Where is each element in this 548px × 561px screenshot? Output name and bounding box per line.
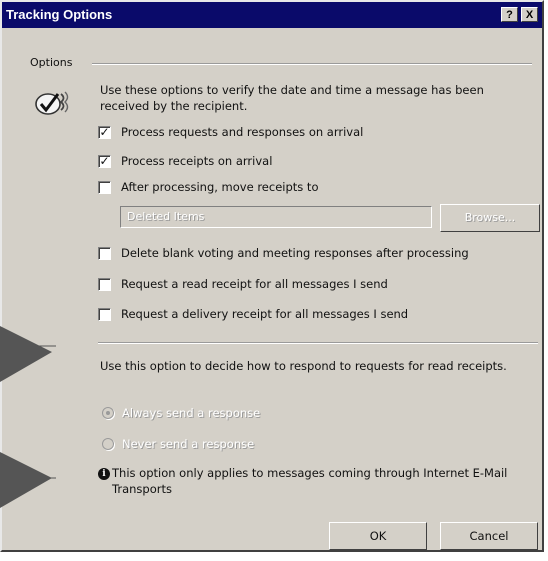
options-group-label: Options (30, 56, 73, 69)
read-receipt-request-checkbox[interactable] (98, 277, 111, 291)
help-button[interactable]: ? (501, 7, 518, 22)
tracking-check-icon (34, 86, 74, 123)
read-receipt-description: Use this option to decide how to respond… (100, 359, 507, 373)
dialog-title: Tracking Options (6, 7, 113, 22)
delete-blank-row[interactable]: Delete blank voting and meeting response… (98, 244, 469, 262)
pointer-arrow-lower (0, 452, 56, 522)
intro-description: Use these options to verify the date and… (100, 83, 484, 113)
receipts-folder-field[interactable]: Deleted Items (120, 206, 432, 228)
move-receipts-row[interactable]: After processing, move receipts to (98, 178, 318, 196)
delivery-receipt-request-checkbox[interactable] (98, 307, 111, 321)
delete-blank-label: Delete blank voting and meeting response… (121, 246, 469, 260)
process-receipts-row[interactable]: ✓ Process receipts on arrival (98, 152, 272, 170)
cancel-button[interactable]: Cancel (440, 522, 538, 550)
info-note: This option only applies to messages com… (112, 466, 508, 496)
info-icon: i (98, 468, 110, 480)
delivery-receipt-request-label: Request a delivery receipt for all messa… (121, 307, 409, 321)
always-send-radio[interactable] (102, 407, 114, 419)
browse-button[interactable]: Browse... (440, 204, 540, 232)
process-receipts-label: Process receipts on arrival (121, 154, 273, 168)
process-requests-label: Process requests and responses on arriva… (121, 125, 364, 139)
process-requests-row[interactable]: ✓ Process requests and responses on arri… (98, 123, 363, 141)
move-receipts-label: After processing, move receipts to (121, 180, 319, 194)
move-receipts-checkbox[interactable] (98, 180, 111, 194)
section-divider (98, 342, 538, 344)
process-receipts-checkbox[interactable]: ✓ (98, 154, 111, 168)
close-button[interactable]: X (521, 7, 538, 22)
never-send-radio[interactable] (102, 438, 114, 450)
delete-blank-checkbox[interactable] (98, 246, 111, 260)
read-receipt-request-label: Request a read receipt for all messages … (121, 277, 388, 291)
read-receipt-request-row[interactable]: Request a read receipt for all messages … (98, 275, 388, 293)
title-bar[interactable]: Tracking Options ? X (2, 2, 542, 28)
always-send-label: Always send a response (122, 406, 261, 420)
never-send-label: Never send a response (122, 437, 255, 451)
pointer-arrow-upper (0, 326, 56, 396)
always-send-row[interactable]: Always send a response (102, 404, 260, 422)
options-group-divider (92, 63, 532, 65)
never-send-row[interactable]: Never send a response (102, 435, 254, 453)
ok-button[interactable]: OK (329, 522, 427, 550)
process-requests-checkbox[interactable]: ✓ (98, 125, 111, 139)
delivery-receipt-request-row[interactable]: Request a delivery receipt for all messa… (98, 305, 408, 323)
tracking-options-dialog: Tracking Options ? X Options Use these o… (0, 0, 544, 552)
